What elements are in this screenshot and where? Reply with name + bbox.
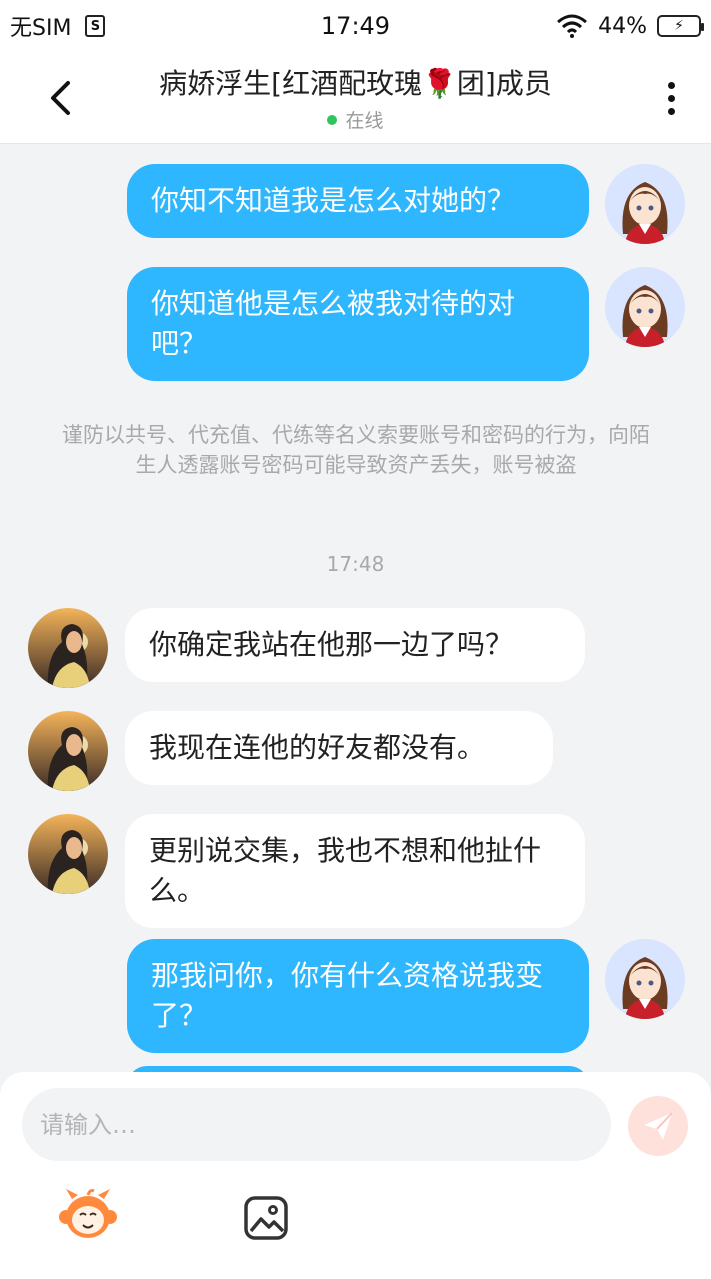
image-button[interactable] xyxy=(236,1188,296,1248)
contact-avatar[interactable] xyxy=(28,814,108,894)
security-notice: 谨防以共号、代充值、代练等名义索要账号和密码的行为，向陌生人透露账号密码可能导致… xyxy=(62,423,650,477)
more-vertical-icon xyxy=(667,81,675,89)
clock: 17:49 xyxy=(320,12,391,40)
chat-title: 病娇浮生[红酒配玫瑰🌹团]成员 xyxy=(159,67,552,100)
composer xyxy=(0,1072,711,1279)
back-button[interactable] xyxy=(36,74,84,122)
message-timestamp: 17:48 xyxy=(326,552,385,576)
status-bar: 无SIM S 17:49 44% ⚡ xyxy=(0,0,711,52)
message-list[interactable]: 你知不知道我是怎么对她的？ 你知道他是怎么被我对待的对吧？ 谨防以共号、代充值、… xyxy=(0,144,711,1074)
chat-header: 病娇浮生[红酒配玫瑰🌹团]成员 在线 xyxy=(0,52,711,144)
chevron-left-icon xyxy=(51,81,70,115)
message-bubble-sent[interactable]: 你知不知道我是怎么对她的？ xyxy=(127,164,589,238)
sim-icon-letter: S xyxy=(90,18,101,34)
message-bubble-received[interactable]: 更别说交集，我也不想和他扯什么。 xyxy=(125,814,585,928)
sim-icon: S xyxy=(85,15,106,37)
more-options-button[interactable] xyxy=(651,74,691,122)
battery-percent: 44% xyxy=(598,13,647,39)
monkey-emoji-icon xyxy=(59,1189,117,1238)
contact-avatar[interactable] xyxy=(28,711,108,791)
my-avatar[interactable] xyxy=(605,164,685,244)
my-avatar[interactable] xyxy=(605,939,685,1019)
contact-avatar[interactable] xyxy=(28,608,108,688)
message-bubble-received[interactable]: 我现在连他的好友都没有。 xyxy=(125,711,553,785)
online-status: 在线 xyxy=(345,110,384,132)
online-indicator xyxy=(327,114,338,125)
carrier-label: 无SIM xyxy=(10,16,72,41)
emoji-button[interactable] xyxy=(58,1185,118,1245)
message-input[interactable] xyxy=(22,1088,611,1161)
message-bubble-sent[interactable]: 那我问你，你有什么资格说我变了？ xyxy=(127,939,589,1053)
my-avatar[interactable] xyxy=(605,267,685,347)
send-button[interactable] xyxy=(628,1096,688,1156)
battery-icon: ⚡ xyxy=(657,15,704,37)
wifi-icon xyxy=(557,14,588,38)
message-bubble-sent[interactable]: 你知道他是怎么被我对待的对吧？ xyxy=(127,267,589,381)
paper-plane-icon xyxy=(644,1112,673,1140)
image-icon xyxy=(244,1196,288,1240)
message-bubble-received[interactable]: 你确定我站在他那一边了吗？ xyxy=(125,608,585,682)
